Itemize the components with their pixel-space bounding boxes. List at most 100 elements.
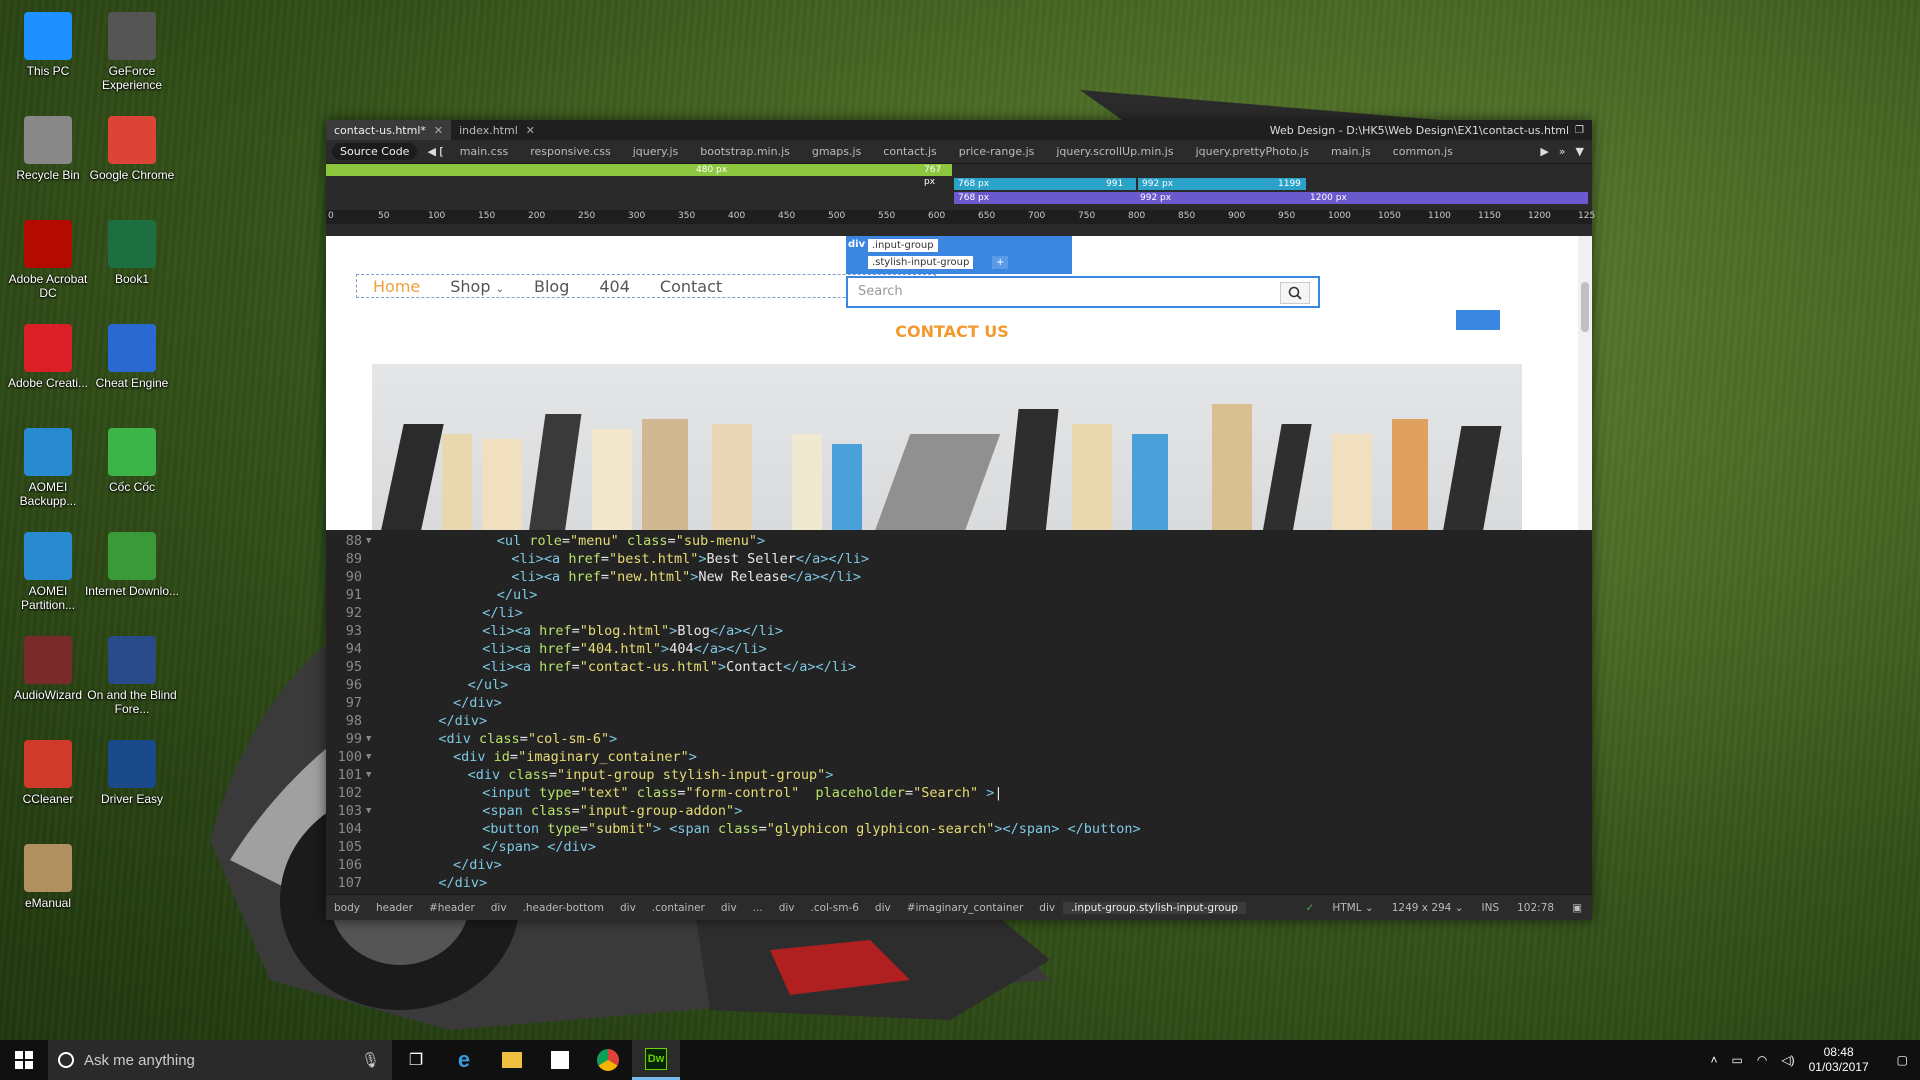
code-line[interactable]: 92 </li> bbox=[326, 604, 1592, 622]
close-icon[interactable]: ✕ bbox=[434, 124, 443, 137]
live-view-icon[interactable]: ▣ bbox=[1572, 902, 1582, 914]
tag-breadcrumb[interactable]: div bbox=[771, 902, 803, 914]
tag-breadcrumb[interactable]: div bbox=[713, 902, 745, 914]
nav-home[interactable]: Home bbox=[373, 277, 420, 296]
tag-breadcrumb[interactable]: #imaginary_container bbox=[899, 902, 1032, 914]
desktop-icon[interactable]: On and the Blind Fore... bbox=[84, 636, 180, 716]
insert-mode[interactable]: INS bbox=[1482, 902, 1500, 914]
taskbar-file-explorer[interactable] bbox=[488, 1040, 536, 1080]
tag-breadcrumb[interactable]: ... bbox=[745, 902, 771, 914]
notifications-icon[interactable]: ▢ bbox=[1897, 1053, 1908, 1067]
tag-breadcrumb[interactable]: .col-sm-6 bbox=[802, 902, 866, 914]
code-line[interactable]: 107 </div> bbox=[326, 874, 1592, 892]
related-file[interactable]: contact.js bbox=[883, 145, 936, 158]
desktop-icon[interactable]: AOMEI Partition... bbox=[0, 532, 96, 612]
window-size-select[interactable]: 1249 x 294 ⌄ bbox=[1392, 902, 1464, 914]
desktop-icon[interactable]: This PC bbox=[0, 12, 96, 78]
code-line[interactable]: 88 ▼ <ul role="menu" class="sub-menu"> bbox=[326, 532, 1592, 550]
scroll-left-icon[interactable]: ◀ [ bbox=[427, 145, 443, 158]
desktop-icon[interactable]: Cheat Engine bbox=[84, 324, 180, 390]
desktop-icon[interactable]: Internet Downlo... bbox=[84, 532, 180, 598]
taskbar-chrome[interactable] bbox=[584, 1040, 632, 1080]
tag-breadcrumb[interactable]: .header-bottom bbox=[515, 902, 612, 914]
related-file[interactable]: price-range.js bbox=[959, 145, 1035, 158]
fold-arrow-icon[interactable]: ▼ bbox=[366, 532, 380, 550]
desktop-icon[interactable]: Google Chrome bbox=[84, 116, 180, 182]
source-code-button[interactable]: Source Code bbox=[332, 143, 418, 160]
related-file[interactable]: jquery.scrollUp.min.js bbox=[1056, 145, 1173, 158]
related-file[interactable]: gmaps.js bbox=[812, 145, 861, 158]
tag-breadcrumb[interactable]: div bbox=[483, 902, 515, 914]
media-query-992-1199[interactable]: 992 px 1199 px bbox=[1138, 178, 1306, 201]
no-errors-icon[interactable]: ✓ bbox=[1306, 902, 1315, 914]
code-line[interactable]: 95 <li><a href="contact-us.html">Contact<… bbox=[326, 658, 1592, 676]
taskbar-store[interactable] bbox=[536, 1040, 584, 1080]
class-chip[interactable]: .input-group bbox=[868, 239, 938, 252]
code-line[interactable]: 104 <button type="submit"> <span class="g… bbox=[326, 820, 1592, 838]
search-input[interactable]: Search bbox=[858, 284, 903, 299]
fold-arrow-icon[interactable]: ▼ bbox=[366, 766, 380, 784]
desktop-icon[interactable]: Book1 bbox=[84, 220, 180, 286]
code-line[interactable]: 100 ▼ <div id="imaginary_container"> bbox=[326, 748, 1592, 766]
nav-contact[interactable]: Contact bbox=[660, 277, 722, 296]
restore-window-icon[interactable]: ❐ bbox=[1575, 125, 1584, 136]
fold-arrow-icon[interactable]: ▼ bbox=[366, 730, 380, 748]
related-file[interactable]: jquery.js bbox=[633, 145, 679, 158]
design-view[interactable]: Home Shop ⌄ Blog 404 Contact div .input-… bbox=[326, 236, 1592, 530]
element-selector-badge[interactable]: div .input-group .stylish-input-group + bbox=[846, 236, 1072, 274]
related-file[interactable]: bootstrap.min.js bbox=[700, 145, 790, 158]
tag-breadcrumb[interactable]: div bbox=[1031, 902, 1063, 914]
desktop-icon[interactable]: AudioWizard bbox=[0, 636, 96, 702]
media-query-max-767[interactable]: 480 px 767 px bbox=[326, 164, 952, 187]
code-line[interactable]: 102 <input type="text" class="form-contro… bbox=[326, 784, 1592, 802]
code-line[interactable]: 98 </div> bbox=[326, 712, 1592, 730]
language-select[interactable]: HTML ⌄ bbox=[1332, 902, 1373, 914]
cortana-search[interactable]: Ask me anything 🎙 bbox=[48, 1040, 392, 1080]
code-line[interactable]: 94 <li><a href="404.html">404</a></li> bbox=[326, 640, 1592, 658]
add-class-button[interactable]: + bbox=[992, 256, 1009, 269]
tag-breadcrumb[interactable]: header bbox=[368, 902, 421, 914]
related-file[interactable]: responsive.css bbox=[530, 145, 611, 158]
tag-breadcrumb[interactable]: .container bbox=[644, 902, 713, 914]
scroll-right-icon[interactable]: ▶ bbox=[1540, 145, 1548, 158]
tab-contact-us[interactable]: contact-us.html* ✕ bbox=[326, 120, 452, 140]
desktop-icon[interactable]: Driver Easy bbox=[84, 740, 180, 806]
related-file[interactable]: common.js bbox=[1393, 145, 1453, 158]
tag-breadcrumb[interactable]: .input-group.stylish-input-group bbox=[1063, 901, 1246, 914]
fold-arrow-icon[interactable]: ▼ bbox=[366, 802, 380, 820]
desktop-icon[interactable]: Adobe Creati... bbox=[0, 324, 96, 390]
nav-shop[interactable]: Shop ⌄ bbox=[450, 277, 504, 296]
desktop-icon[interactable]: CCleaner bbox=[0, 740, 96, 806]
start-button[interactable] bbox=[0, 1040, 48, 1080]
code-line[interactable]: 99 ▼ <div class="col-sm-6"> bbox=[326, 730, 1592, 748]
clock[interactable]: 08:48 01/03/2017 bbox=[1809, 1045, 1869, 1075]
search-input-group[interactable]: Search bbox=[846, 276, 1320, 308]
code-line[interactable]: 96 </ul> bbox=[326, 676, 1592, 694]
media-query-768-991[interactable]: 768 px 991 px bbox=[954, 178, 1136, 201]
desktop-icon[interactable]: GeForce Experience bbox=[84, 12, 180, 92]
fold-arrow-icon[interactable]: ▼ bbox=[366, 748, 380, 766]
taskbar-edge[interactable]: e bbox=[440, 1040, 488, 1080]
related-file[interactable]: main.js bbox=[1331, 145, 1371, 158]
desktop-icon[interactable]: Recycle Bin bbox=[0, 116, 96, 182]
filter-icon[interactable]: ▼ bbox=[1576, 145, 1584, 158]
code-line[interactable]: 91 </ul> bbox=[326, 586, 1592, 604]
tag-breadcrumb[interactable]: body bbox=[326, 902, 368, 914]
microphone-icon[interactable]: 🎙 bbox=[361, 1051, 380, 1069]
nav-blog[interactable]: Blog bbox=[534, 277, 569, 296]
code-line[interactable]: 103 ▼ <span class="input-group-addon"> bbox=[326, 802, 1592, 820]
tag-breadcrumb[interactable]: div bbox=[612, 902, 644, 914]
code-line[interactable]: 105 </span> </div> bbox=[326, 838, 1592, 856]
desktop-icon[interactable]: Adobe Acrobat DC bbox=[0, 220, 96, 300]
design-view-scrollbar[interactable] bbox=[1578, 236, 1592, 530]
more-files-icon[interactable]: » bbox=[1559, 145, 1566, 158]
close-icon[interactable]: ✕ bbox=[526, 124, 535, 137]
taskbar-dreamweaver[interactable]: Dw bbox=[632, 1040, 680, 1080]
tab-index[interactable]: index.html ✕ bbox=[451, 120, 543, 140]
nav-404[interactable]: 404 bbox=[599, 277, 630, 296]
related-file[interactable]: jquery.prettyPhoto.js bbox=[1196, 145, 1309, 158]
code-line[interactable]: 101 ▼ <div class="input-group stylish-inpu… bbox=[326, 766, 1592, 784]
battery-icon[interactable]: ▭ bbox=[1732, 1053, 1743, 1067]
media-query-min-768[interactable]: 768 px 992 px 1200 px bbox=[954, 192, 1588, 204]
tag-breadcrumb[interactable]: div bbox=[867, 902, 899, 914]
